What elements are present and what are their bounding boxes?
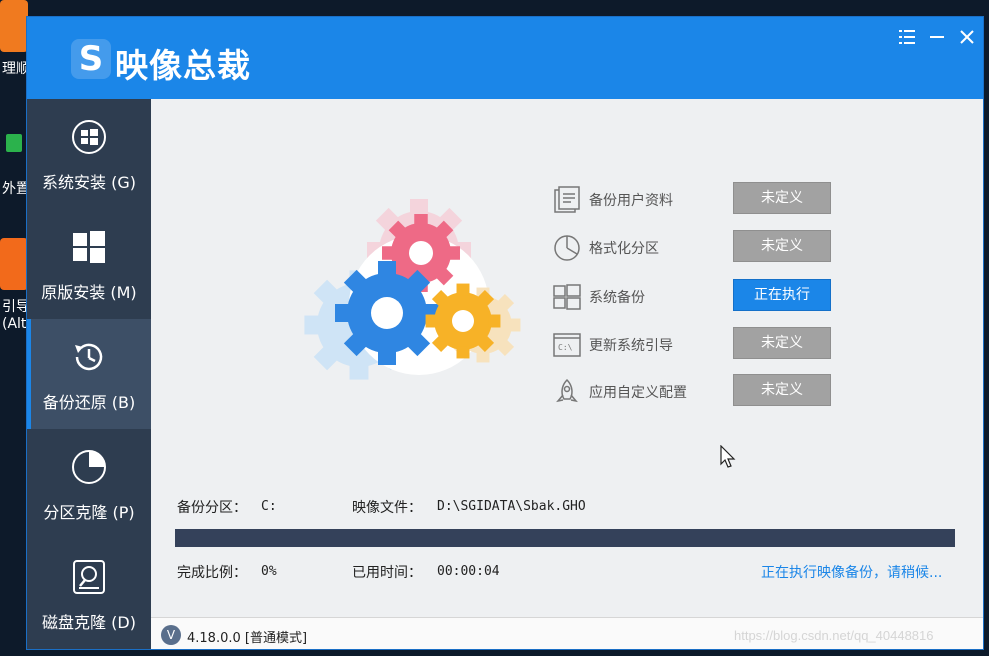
clock-restore-icon — [75, 343, 103, 371]
step-row-format-partition: 格式化分区 未定义 — [553, 230, 833, 266]
step-status-button[interactable]: 未定义 — [733, 327, 831, 359]
disk-icon — [73, 560, 105, 594]
watermark: https://blog.csdn.net/qq_40448816 — [734, 628, 934, 643]
menu-button[interactable] — [895, 25, 919, 49]
elapsed-time-label: 已用时间： — [352, 565, 422, 581]
step-status-button[interactable]: 未定义 — [733, 182, 831, 214]
windows-logo-icon — [553, 284, 581, 310]
app-logo-icon: S — [71, 39, 111, 79]
app-window: S 映像总裁 系统安装 (G) 原版安装 (M) 备份还原 (B) 分区克隆 (… — [26, 16, 984, 650]
pie-chart-icon — [72, 450, 106, 484]
progress-ratio-label: 完成比例： — [177, 565, 247, 581]
minimize-icon — [930, 36, 944, 38]
sidebar-item-label: 磁盘克隆 (D) — [42, 613, 136, 632]
console-icon: C:\ — [553, 333, 581, 357]
sidebar-item-label: 原版安装 (M) — [41, 283, 137, 302]
step-status-button[interactable]: 未定义 — [733, 230, 831, 262]
desktop-icon-1[interactable]: 理顺 — [0, 0, 30, 80]
sidebar-item-backup-restore[interactable]: 备份还原 (B) — [27, 319, 151, 429]
app-tile-icon — [0, 238, 28, 290]
sidebar-item-label: 备份还原 (B) — [42, 393, 136, 412]
sidebar-item-disk-clone[interactable]: 磁盘克隆 (D) — [27, 539, 151, 649]
backup-partition-label: 备份分区： — [177, 500, 247, 516]
sidebar-item-label: 系统安装 (G) — [42, 173, 136, 192]
version-text: 4.18.0.0 [普通模式] — [187, 631, 308, 646]
sidebar-item-partition-clone[interactable]: 分区克隆 (P) — [27, 429, 151, 539]
backup-progress-bar — [175, 529, 955, 547]
step-row-apply-config: 应用自定义配置 未定义 — [553, 374, 833, 410]
desktop-icon-3[interactable]: 引导 (Alt — [0, 238, 30, 338]
close-icon — [960, 30, 974, 44]
step-status-button[interactable]: 未定义 — [733, 374, 831, 406]
step-label: 应用自定义配置 — [589, 385, 687, 401]
version-icon: V — [161, 625, 181, 645]
sidebar-item-label: 分区克隆 (P) — [43, 503, 135, 522]
sidebar: 系统安装 (G) 原版安装 (M) 备份还原 (B) 分区克隆 (P) 磁盘克隆… — [27, 99, 151, 649]
step-row-system-backup: 系统备份 正在执行 — [553, 279, 833, 315]
green-square-icon — [6, 134, 22, 152]
step-row-backup-user-data: 备份用户资料 未定义 — [553, 182, 833, 218]
step-label: 系统备份 — [589, 290, 645, 306]
gears-illustration-icon — [304, 199, 521, 380]
svg-text:C:\: C:\ — [558, 343, 573, 352]
step-row-update-boot: C:\ 更新系统引导 未定义 — [553, 327, 833, 363]
step-label: 更新系统引导 — [589, 338, 673, 354]
minimize-button[interactable] — [925, 25, 949, 49]
progress-ratio-value: 0% — [261, 564, 277, 579]
step-status-button[interactable]: 正在执行 — [733, 279, 831, 311]
status-message: 正在执行映像备份，请稍候... — [761, 565, 943, 581]
document-icon — [554, 186, 580, 213]
backup-partition-value: C: — [261, 499, 277, 514]
title-bar: S 映像总裁 — [27, 17, 983, 99]
mouse-cursor-icon — [720, 445, 736, 468]
windows-circle-icon — [72, 120, 106, 154]
desktop-icon-2[interactable]: 外置 — [0, 134, 30, 197]
close-button[interactable] — [955, 25, 979, 49]
elapsed-time-value: 00:00:04 — [437, 564, 500, 579]
step-label: 格式化分区 — [589, 241, 659, 257]
image-file-value: D:\SGIDATA\Sbak.GHO — [437, 499, 586, 514]
app-title: 映像总裁 — [115, 46, 251, 85]
sidebar-item-system-install[interactable]: 系统安装 (G) — [27, 99, 151, 209]
sidebar-item-original-install[interactable]: 原版安装 (M) — [27, 209, 151, 319]
app-tile-icon — [0, 0, 28, 52]
rocket-icon — [556, 378, 578, 403]
list-menu-icon — [899, 30, 915, 44]
step-label: 备份用户资料 — [589, 193, 673, 209]
windows-logo-icon — [73, 231, 105, 263]
pie-chart-icon — [554, 235, 580, 261]
desktop-icon-label-2: (Alt — [2, 316, 27, 332]
image-file-label: 映像文件： — [352, 500, 422, 516]
